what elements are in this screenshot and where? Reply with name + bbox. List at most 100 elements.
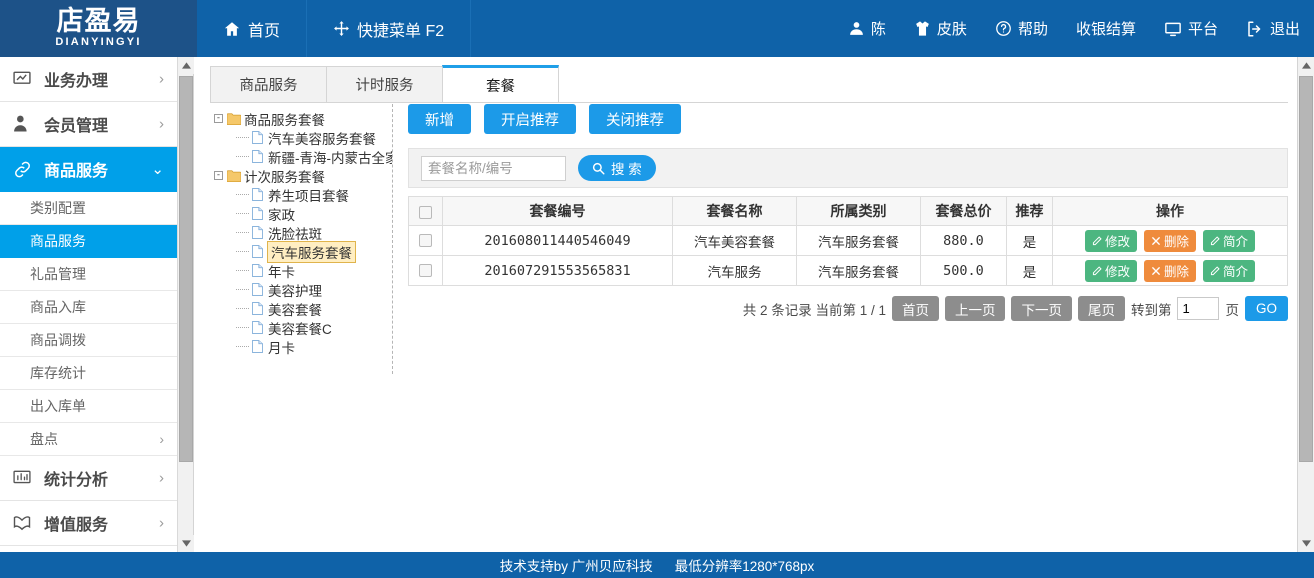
scroll-up-icon[interactable]: [178, 57, 194, 74]
intro-button[interactable]: 简介: [1203, 229, 1256, 252]
edit-button[interactable]: 修改: [1084, 229, 1137, 252]
intro-button-label: 简介: [1223, 235, 1249, 249]
header-logout[interactable]: 退出: [1232, 0, 1314, 57]
goto-label-prefix: 转到第: [1130, 302, 1172, 318]
footer-resolution-text: 最低分辨率1280*768px: [674, 559, 815, 574]
add-button[interactable]: 新增: [408, 104, 471, 134]
header-platform-label: 平台: [1187, 21, 1218, 38]
chart-icon: [12, 468, 38, 488]
page-scrollbar[interactable]: [1297, 57, 1314, 552]
link-icon: [12, 159, 38, 180]
tree-node-health-package[interactable]: 养生项目套餐: [210, 185, 392, 204]
pagination: 共 2 条记录 当前第 1 / 1 首页 上一页 下一页 尾页 转到第 页 GO: [408, 296, 1288, 321]
nav-quick-menu[interactable]: 快捷菜单 F2: [307, 0, 472, 57]
tree-node-goods-package[interactable]: - 商品服务套餐: [210, 109, 392, 128]
tree-line: [236, 283, 249, 296]
edit-button[interactable]: 修改: [1084, 259, 1137, 282]
file-icon: [249, 340, 266, 353]
sidebar-item-category-config[interactable]: 类别配置: [0, 192, 177, 225]
tab-package[interactable]: 套餐: [442, 65, 559, 102]
tree-line: [236, 302, 249, 315]
go-button[interactable]: GO: [1244, 296, 1288, 321]
pagination-summary: 共 2 条记录 当前第 1 / 1: [742, 302, 886, 318]
tree-node-beauty-package-c[interactable]: 美容套餐C: [210, 318, 392, 337]
header-user[interactable]: 陈: [834, 0, 900, 57]
row-price: 880.0: [920, 225, 1007, 256]
disable-recommend-button[interactable]: 关闭推荐: [589, 104, 681, 134]
nav-home[interactable]: 首页: [197, 0, 308, 57]
sidebar-item-stock-statistics[interactable]: 库存统计: [0, 357, 177, 390]
sidebar-item-inventory-check[interactable]: 盘点 ›: [0, 423, 177, 456]
goto-page-input[interactable]: [1177, 297, 1220, 320]
next-page-button[interactable]: 下一页: [1011, 296, 1072, 321]
sidebar-item-goods-transfer-label: 商品调拨: [30, 332, 86, 348]
sidebar-item-goods-service[interactable]: 商品服务: [0, 225, 177, 258]
tab-timed-service[interactable]: 计时服务: [326, 66, 443, 102]
footer: 技术支持by 广州贝应科技 最低分辨率1280*768px: [0, 552, 1314, 578]
search-button[interactable]: 搜 索: [578, 155, 656, 181]
scroll-down-icon[interactable]: [1298, 535, 1314, 552]
delete-button[interactable]: 删除: [1143, 259, 1196, 282]
last-page-button[interactable]: 尾页: [1077, 296, 1125, 321]
sidebar-item-stock-orders[interactable]: 出入库单: [0, 390, 177, 423]
chevron-right-icon: ›: [159, 514, 164, 532]
file-icon: [249, 207, 266, 220]
tab-bar: 商品服务 计时服务 套餐: [210, 65, 1288, 103]
tree-node-annual-card[interactable]: 年卡: [210, 261, 392, 280]
tree-line: [236, 188, 249, 201]
tree-node-beauty-care[interactable]: 美容护理: [210, 280, 392, 299]
search-button-label: 搜 索: [611, 162, 642, 177]
tab-goods-service[interactable]: 商品服务: [210, 66, 327, 102]
app-logo[interactable]: 店盈易 DIANYINGYI: [0, 0, 197, 57]
board-icon: [12, 69, 38, 89]
tree-line: [236, 245, 249, 258]
header-help[interactable]: 帮助: [981, 0, 1062, 57]
tree-node-car-service-package[interactable]: 汽车服务套餐: [210, 240, 392, 263]
tree-node-beauty-package[interactable]: 美容套餐: [210, 299, 392, 318]
sidebar-item-statistics[interactable]: 统计分析 ›: [0, 456, 177, 501]
row-checkbox[interactable]: [419, 234, 432, 247]
tree-node-face-wash-freckle[interactable]: 洗脸祛斑: [210, 223, 392, 242]
scroll-down-icon[interactable]: [178, 535, 194, 552]
sidebar-scrollbar[interactable]: [178, 57, 194, 552]
header-skin[interactable]: 皮肤: [900, 0, 981, 57]
tree-node-xinjiang-qinghai-neimenggu[interactable]: 新疆-青海-内蒙古全家: [210, 147, 392, 166]
file-icon: [249, 283, 266, 296]
prev-page-button[interactable]: 上一页: [944, 296, 1006, 321]
sidebar-item-gift-management[interactable]: 礼品管理: [0, 258, 177, 291]
sidebar-item-goods-transfer[interactable]: 商品调拨: [0, 324, 177, 357]
sidebar-scroll-thumb[interactable]: [179, 76, 193, 462]
page-scroll-thumb[interactable]: [1299, 76, 1313, 462]
header-spacer: [471, 0, 834, 57]
search-input[interactable]: [421, 155, 566, 181]
table-header-recommend: 推荐: [1006, 196, 1053, 226]
edit-button-label: 修改: [1104, 265, 1130, 279]
row-checkbox[interactable]: [419, 264, 432, 277]
tree-toggle-icon[interactable]: -: [212, 112, 225, 125]
tree-line: [236, 321, 249, 334]
tree-toggle-icon[interactable]: -: [212, 169, 225, 182]
delete-button[interactable]: 删除: [1143, 229, 1196, 252]
sidebar-item-goods-services[interactable]: 商品服务 ⌄: [0, 147, 177, 192]
row-operations: 修改 删除 简介: [1052, 255, 1288, 286]
sidebar-item-members[interactable]: 会员管理 ›: [0, 102, 177, 147]
first-page-button[interactable]: 首页: [891, 296, 939, 321]
scroll-up-icon[interactable]: [1298, 57, 1314, 74]
header-platform[interactable]: 平台: [1150, 0, 1232, 57]
sidebar-item-goods-inbound[interactable]: 商品入库: [0, 291, 177, 324]
sidebar-item-business[interactable]: 业务办理 ›: [0, 57, 177, 102]
intro-button[interactable]: 简介: [1203, 259, 1256, 282]
enable-recommend-button[interactable]: 开启推荐: [484, 104, 576, 134]
table-row[interactable]: 201608011440546049 汽车美容套餐 汽车服务套餐 880.0 是…: [408, 225, 1288, 256]
select-all-checkbox[interactable]: [419, 205, 432, 219]
file-icon: [249, 226, 266, 239]
header-cashier-settlement[interactable]: 收银结算: [1062, 0, 1150, 57]
tree-node-car-beauty-package[interactable]: 汽车美容服务套餐: [210, 128, 392, 147]
row-category: 汽车服务套餐: [796, 255, 921, 286]
shirt-icon: [914, 20, 931, 37]
tree-node-monthly-card[interactable]: 月卡: [210, 337, 392, 356]
table-row[interactable]: 201607291553565831 汽车服务 汽车服务套餐 500.0 是 修…: [408, 255, 1288, 286]
tree-node-housekeeping[interactable]: 家政: [210, 204, 392, 223]
sidebar-item-value-added[interactable]: 增值服务 ›: [0, 501, 177, 546]
tree-node-count-package[interactable]: - 计次服务套餐: [210, 166, 392, 185]
